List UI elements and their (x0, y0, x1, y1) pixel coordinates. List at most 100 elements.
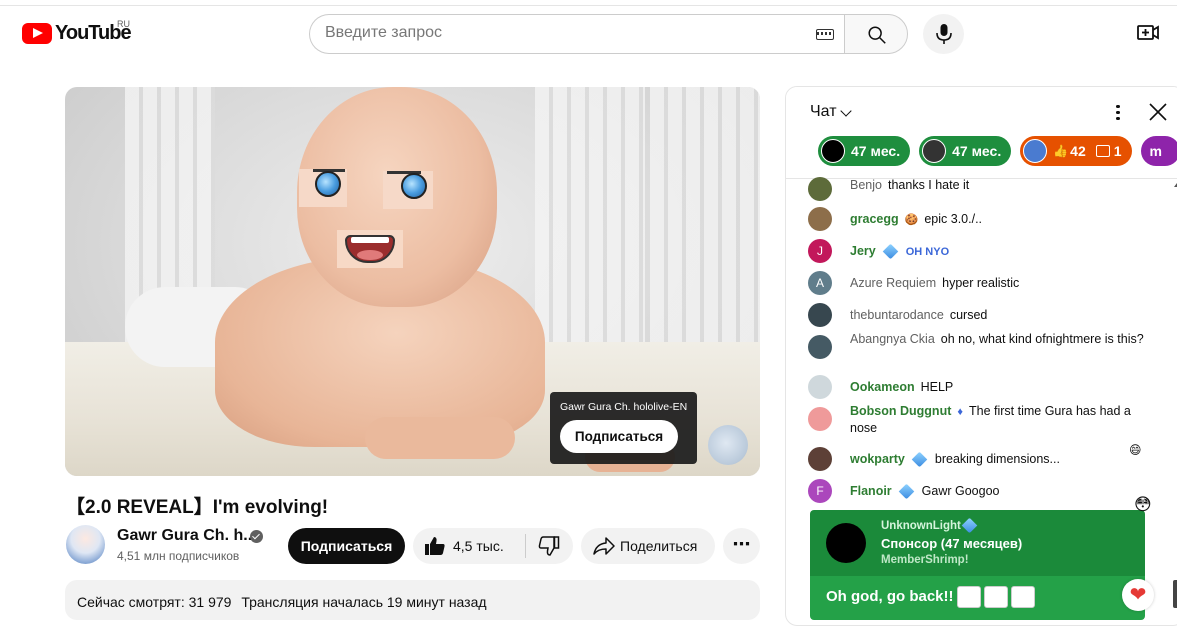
member-badge-icon (898, 483, 914, 500)
share-icon (593, 537, 615, 555)
chat-scrollbar[interactable] (1173, 580, 1177, 608)
chat-text: oh no, what kind ofnightmere is this? (940, 332, 1144, 346)
anime-mouth (337, 230, 403, 268)
create-video-icon (1137, 25, 1159, 40)
keyboard-icon[interactable] (816, 29, 834, 40)
ticker-avatar (821, 139, 845, 163)
floating-reaction-icon: 😄 (1129, 443, 1142, 457)
anime-eye-left (299, 169, 347, 207)
search-box[interactable]: Введите запрос (309, 14, 845, 54)
youtube-play-icon (22, 23, 52, 44)
watching-now: Сейчас смотрят: 31 979 (77, 594, 232, 610)
floating-reaction-icon: 😳 (1134, 495, 1152, 514)
channel-name[interactable]: Gawr Gura Ch. h... (117, 527, 257, 545)
share-button[interactable]: Поделиться (581, 528, 715, 564)
background-curtain (650, 87, 760, 347)
chat-author: Bobson Duggnut (850, 404, 952, 418)
subscribe-button[interactable]: Подписаться (288, 528, 405, 564)
membership-header: UnknownLight Спонсор (47 месяцев) Member… (810, 510, 1145, 576)
chat-avatar (808, 303, 832, 327)
ticker-item[interactable]: 47 мес. (919, 136, 1012, 166)
chat-header: Чат 47 мес. 47 мес. 👍 42 1 m (786, 87, 1177, 179)
member-badge-icon (882, 243, 899, 260)
ticker-label: 47 мес. (952, 143, 1002, 159)
ticker-label: m (1149, 143, 1162, 159)
member-badge-icon (961, 518, 978, 534)
popup-channel-name: Gawr Gura Ch. hololive-EN (560, 401, 688, 413)
channel-watermark[interactable] (708, 425, 748, 465)
ticker-item[interactable]: 👍 42 1 (1020, 136, 1132, 166)
popup-subscribe-button[interactable]: Подписаться (560, 420, 678, 453)
chat-title[interactable]: Чат (810, 103, 837, 121)
chat-avatar (808, 207, 832, 231)
ticker-item[interactable]: m (1140, 136, 1177, 166)
thumbs-up-icon (425, 537, 445, 555)
subscriber-count: 4,51 млн подписчиков (117, 549, 240, 563)
verified-icon (250, 530, 263, 543)
member-name: UnknownLight (881, 518, 978, 534)
ticker-extra: 1 (1113, 143, 1122, 159)
like-button[interactable]: 4,5 тыс. (413, 528, 525, 564)
chat-author: Flanoir (850, 484, 892, 498)
cookie-emoji-icon: 🍪 (904, 214, 919, 226)
chat-menu-icon[interactable] (1113, 103, 1123, 123)
chat-text: breaking dimensions... (934, 452, 1060, 466)
chat-text: epic 3.0./.. (924, 212, 983, 226)
stream-started: Трансляция началась 19 минут назад (241, 594, 487, 610)
chat-avatar (808, 177, 832, 201)
member-tier: MemberShrimp! (881, 554, 969, 566)
search-input[interactable]: Введите запрос (325, 24, 805, 42)
emote-icon (956, 586, 981, 608)
ticker-avatar (922, 139, 947, 163)
dislike-button[interactable] (526, 528, 573, 564)
close-icon[interactable] (1148, 102, 1168, 122)
membership-message: Oh god, go back!! (810, 576, 1145, 620)
ticker-label: 47 мес. (851, 143, 901, 159)
share-label: Поделиться (620, 538, 698, 554)
chat-text: HELP (920, 380, 954, 394)
chat-text: hyper realistic (942, 276, 1020, 290)
chat-text: Gawr Googoo (921, 484, 1000, 498)
thumbs-down-icon (538, 536, 560, 556)
description-meta: Сейчас смотрят: 31 979 Трансляция начала… (77, 594, 493, 610)
membership-card[interactable]: UnknownLight Спонсор (47 месяцев) Member… (810, 510, 1145, 620)
voice-search-button[interactable] (923, 14, 964, 54)
reaction-heart-button[interactable]: ❤ (1122, 579, 1154, 611)
thumbs-up-icon: 👍 (1053, 144, 1069, 158)
like-dislike-group: 4,5 тыс. (413, 528, 573, 564)
emote-icon (983, 586, 1008, 608)
chat-emote-text: OH NYO (905, 246, 950, 258)
ticker-item[interactable]: 47 мес. (818, 136, 911, 166)
chat-avatar (808, 335, 832, 359)
channel-avatar[interactable] (66, 525, 105, 564)
chat-author: Benjo (850, 178, 882, 192)
search-button[interactable] (844, 14, 908, 54)
mic-icon (936, 24, 952, 44)
chat-author: Abangnya Ckia (850, 332, 935, 346)
chat-avatar (808, 407, 832, 431)
description-box[interactable]: Сейчас смотрят: 31 979 Трансляция начала… (65, 580, 760, 620)
video-title: 【2.0 REVEAL】I'm evolving! (66, 497, 329, 518)
chat-author: Jery (850, 244, 876, 258)
create-button[interactable] (1136, 22, 1160, 49)
chat-avatar: F (808, 479, 832, 503)
comment-icon (1095, 145, 1110, 157)
video-baby-arm (365, 417, 515, 459)
member-message-text: Oh god, go back!! (826, 586, 1035, 608)
live-chat: Чат 47 мес. 47 мес. 👍 42 1 m Benjo thank… (785, 86, 1177, 626)
ticker-avatar (1023, 139, 1048, 163)
moderator-badge-icon: ♦ (957, 406, 963, 418)
chat-author: Azure Requiem (850, 276, 937, 290)
ticker-label: 42 (1070, 143, 1086, 159)
chat-text: thanks I hate it (887, 178, 970, 192)
youtube-logo[interactable]: YouTube (22, 22, 132, 45)
search-icon (868, 26, 886, 44)
anime-eye-right (383, 171, 433, 209)
member-title: Спонсор (47 месяцев) (881, 536, 1023, 551)
chat-avatar: A (808, 271, 832, 295)
channel-subscribe-popup: Gawr Gura Ch. hololive-EN Подписаться (550, 392, 697, 464)
chevron-down-icon[interactable] (840, 105, 852, 117)
more-actions-button[interactable]: ⋯ (723, 528, 760, 564)
chat-text: cursed (949, 308, 988, 322)
chat-avatar (808, 375, 832, 399)
